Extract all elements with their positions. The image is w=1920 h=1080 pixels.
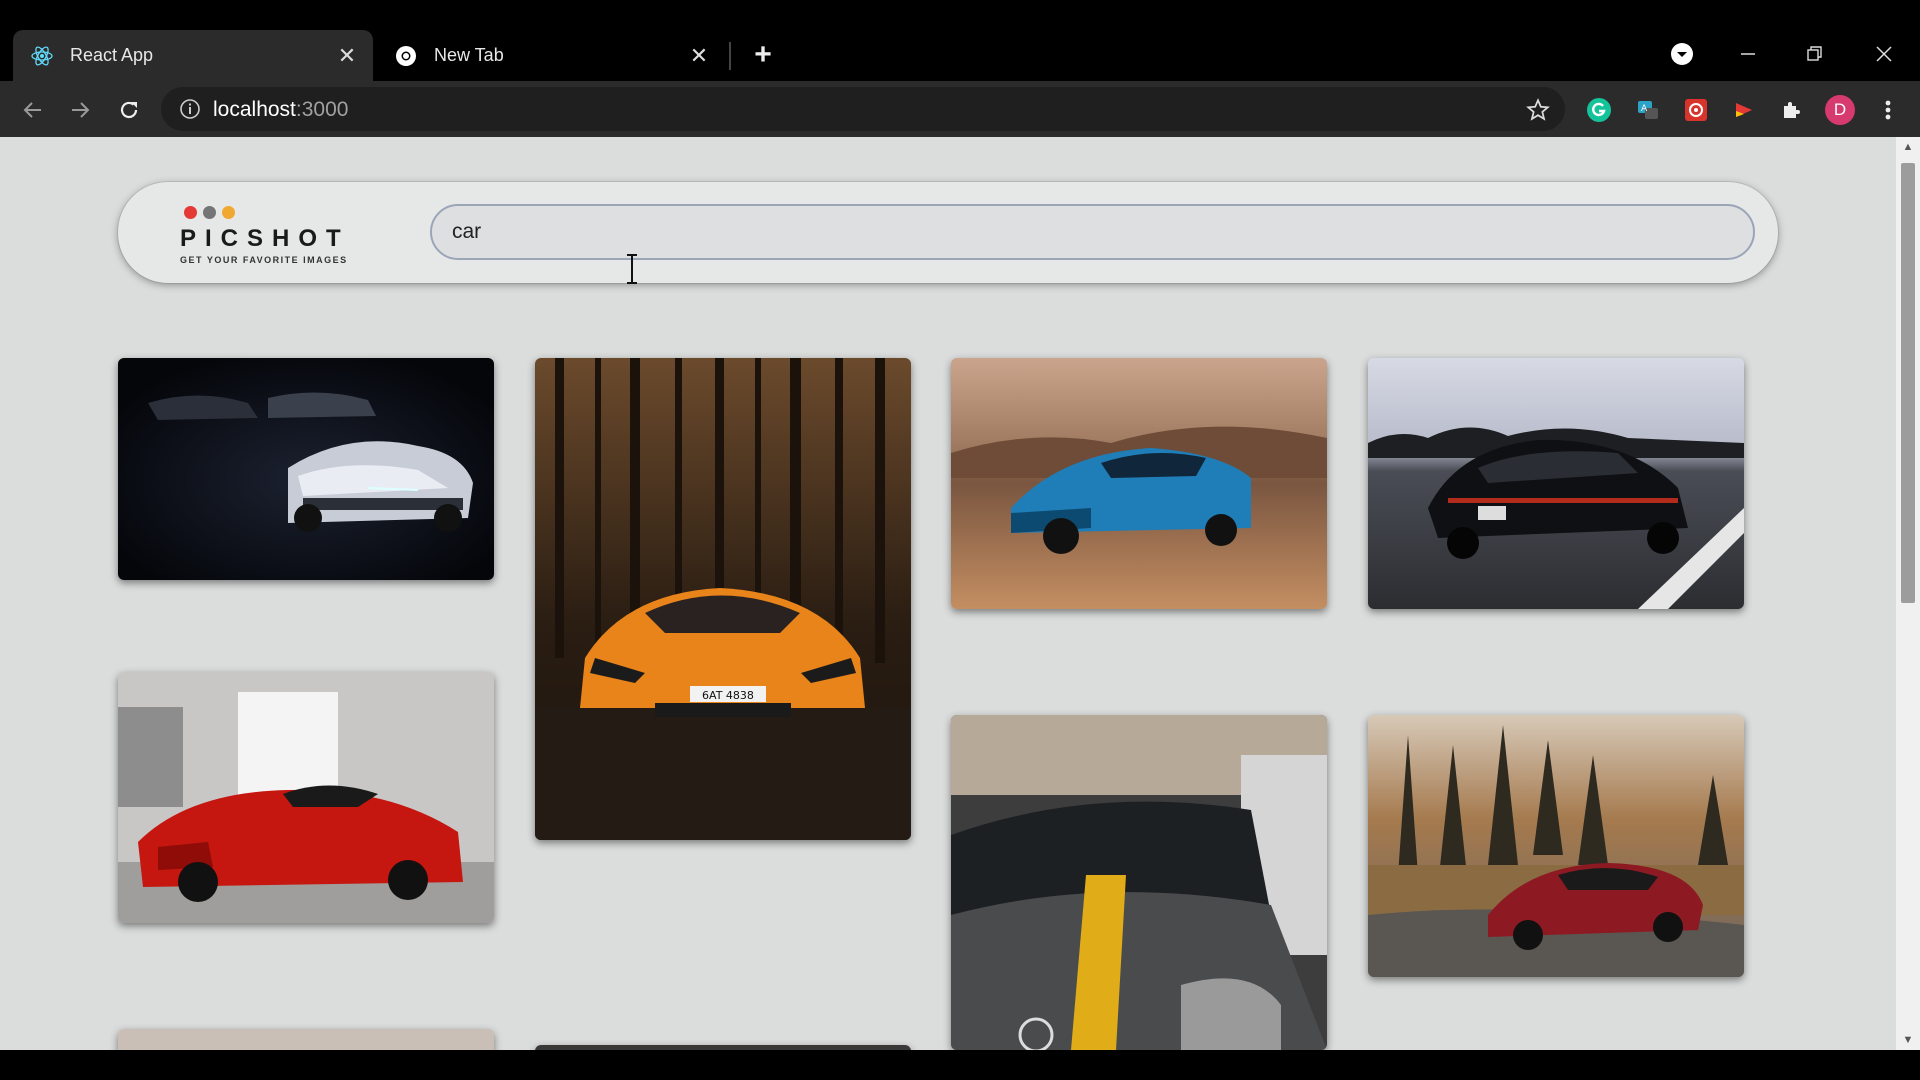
- scrollbar-thumb[interactable]: [1901, 163, 1915, 603]
- gallery-photo[interactable]: [118, 1029, 494, 1050]
- bottom-strip: [0, 1050, 1920, 1080]
- gallery-photo[interactable]: [951, 715, 1327, 1050]
- svg-text:A: A: [1641, 104, 1648, 114]
- puzzle-app-icon[interactable]: [1682, 96, 1710, 124]
- svg-text:6AT 4838: 6AT 4838: [702, 689, 754, 702]
- forward-arrow-icon[interactable]: [65, 95, 95, 125]
- url-port: :3000: [295, 98, 349, 121]
- text-cursor-icon: [627, 254, 637, 284]
- close-tab-icon[interactable]: ✕: [335, 43, 359, 68]
- gallery-photo[interactable]: [118, 358, 494, 580]
- profile-avatar[interactable]: D: [1824, 94, 1856, 126]
- scroll-down-arrow-icon[interactable]: ▼: [1902, 1034, 1914, 1046]
- gallery-photo[interactable]: [1368, 358, 1744, 609]
- minimize-icon[interactable]: [1730, 36, 1766, 72]
- browser-tab-bar: React App ✕ New Tab ✕ +: [0, 0, 1920, 81]
- browser-toolbar: localhost:3000 A D: [0, 81, 1920, 137]
- gallery-photo[interactable]: 6AT 4838: [535, 358, 911, 840]
- translate-icon[interactable]: A: [1634, 96, 1662, 124]
- tab-title: React App: [70, 45, 154, 65]
- tab-new-tab[interactable]: New Tab ✕: [377, 30, 725, 81]
- logo-dots: [184, 206, 370, 219]
- brand-tagline: GET YOUR FAVORITE IMAGES: [180, 255, 348, 265]
- site-info-icon[interactable]: [179, 98, 201, 120]
- restore-icon[interactable]: [1797, 36, 1833, 72]
- search-input[interactable]: [430, 204, 1755, 260]
- url-host: localhost: [213, 98, 296, 121]
- orange-dot-icon: [222, 206, 235, 219]
- scroll-up-arrow-icon[interactable]: ▲: [1902, 141, 1914, 153]
- react-icon: [30, 44, 54, 68]
- tab-react-app[interactable]: React App ✕: [13, 30, 373, 81]
- app-header: PICSHOT GET YOUR FAVORITE IMAGES: [118, 182, 1778, 283]
- close-window-icon[interactable]: [1866, 36, 1902, 72]
- reload-icon[interactable]: [114, 95, 144, 125]
- red-dot-icon: [184, 206, 197, 219]
- new-tab-button[interactable]: +: [748, 38, 778, 71]
- gallery-photo[interactable]: [1368, 715, 1744, 977]
- tab-search-icon[interactable]: [1664, 36, 1700, 72]
- tab-divider: [729, 42, 731, 70]
- chrome-icon: [394, 44, 418, 68]
- profile-initial: D: [1833, 100, 1847, 119]
- picshot-logo[interactable]: PICSHOT GET YOUR FAVORITE IMAGES: [180, 206, 370, 265]
- brand-name: PICSHOT: [180, 225, 350, 252]
- tab-title: New Tab: [434, 45, 504, 65]
- vertical-scrollbar[interactable]: ▲ ▼: [1896, 137, 1920, 1050]
- page-viewport: PICSHOT GET YOUR FAVORITE IMAGES car 6AT…: [0, 137, 1896, 1050]
- address-bar[interactable]: localhost:3000: [161, 87, 1565, 131]
- extensions-puzzle-icon[interactable]: [1778, 96, 1806, 124]
- more-menu-icon[interactable]: [1874, 96, 1902, 124]
- back-arrow-icon[interactable]: [18, 95, 48, 125]
- gallery-photo[interactable]: [951, 358, 1327, 609]
- grammarly-icon[interactable]: [1585, 96, 1613, 124]
- close-tab-icon[interactable]: ✕: [687, 43, 711, 68]
- bookmark-star-icon[interactable]: [1525, 97, 1551, 123]
- red-play-icon[interactable]: [1730, 96, 1758, 124]
- url-text: localhost:3000: [213, 98, 348, 122]
- gallery-photo[interactable]: [118, 672, 494, 923]
- grey-dot-icon: [203, 206, 216, 219]
